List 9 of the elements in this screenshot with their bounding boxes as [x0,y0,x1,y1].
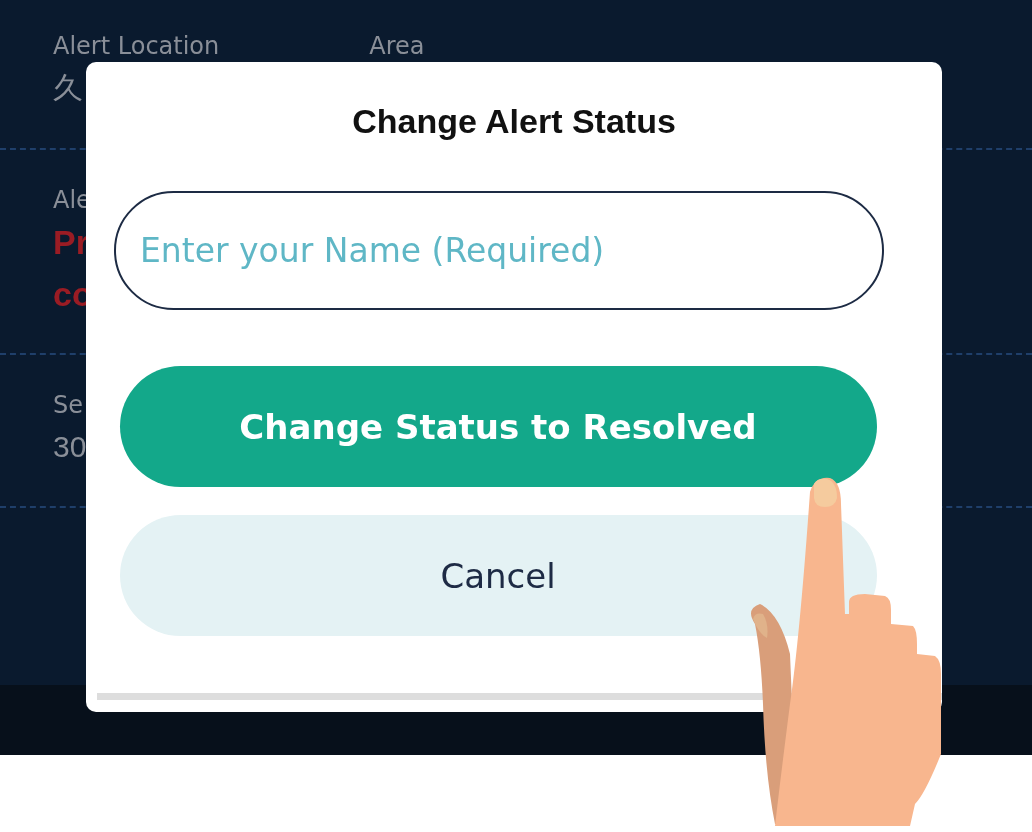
field-label: Alert Location [53,32,220,60]
field-value: 久 [53,70,83,106]
field-label: Area [369,32,425,60]
field-label: Se [53,391,83,419]
field-value: 30 [53,429,87,465]
field-value: Pr [53,222,89,263]
cancel-button[interactable]: Cancel [119,515,877,636]
dialog-title: Change Alert Status [352,102,676,141]
name-field[interactable]: Enter your Name (Required) [114,191,884,310]
